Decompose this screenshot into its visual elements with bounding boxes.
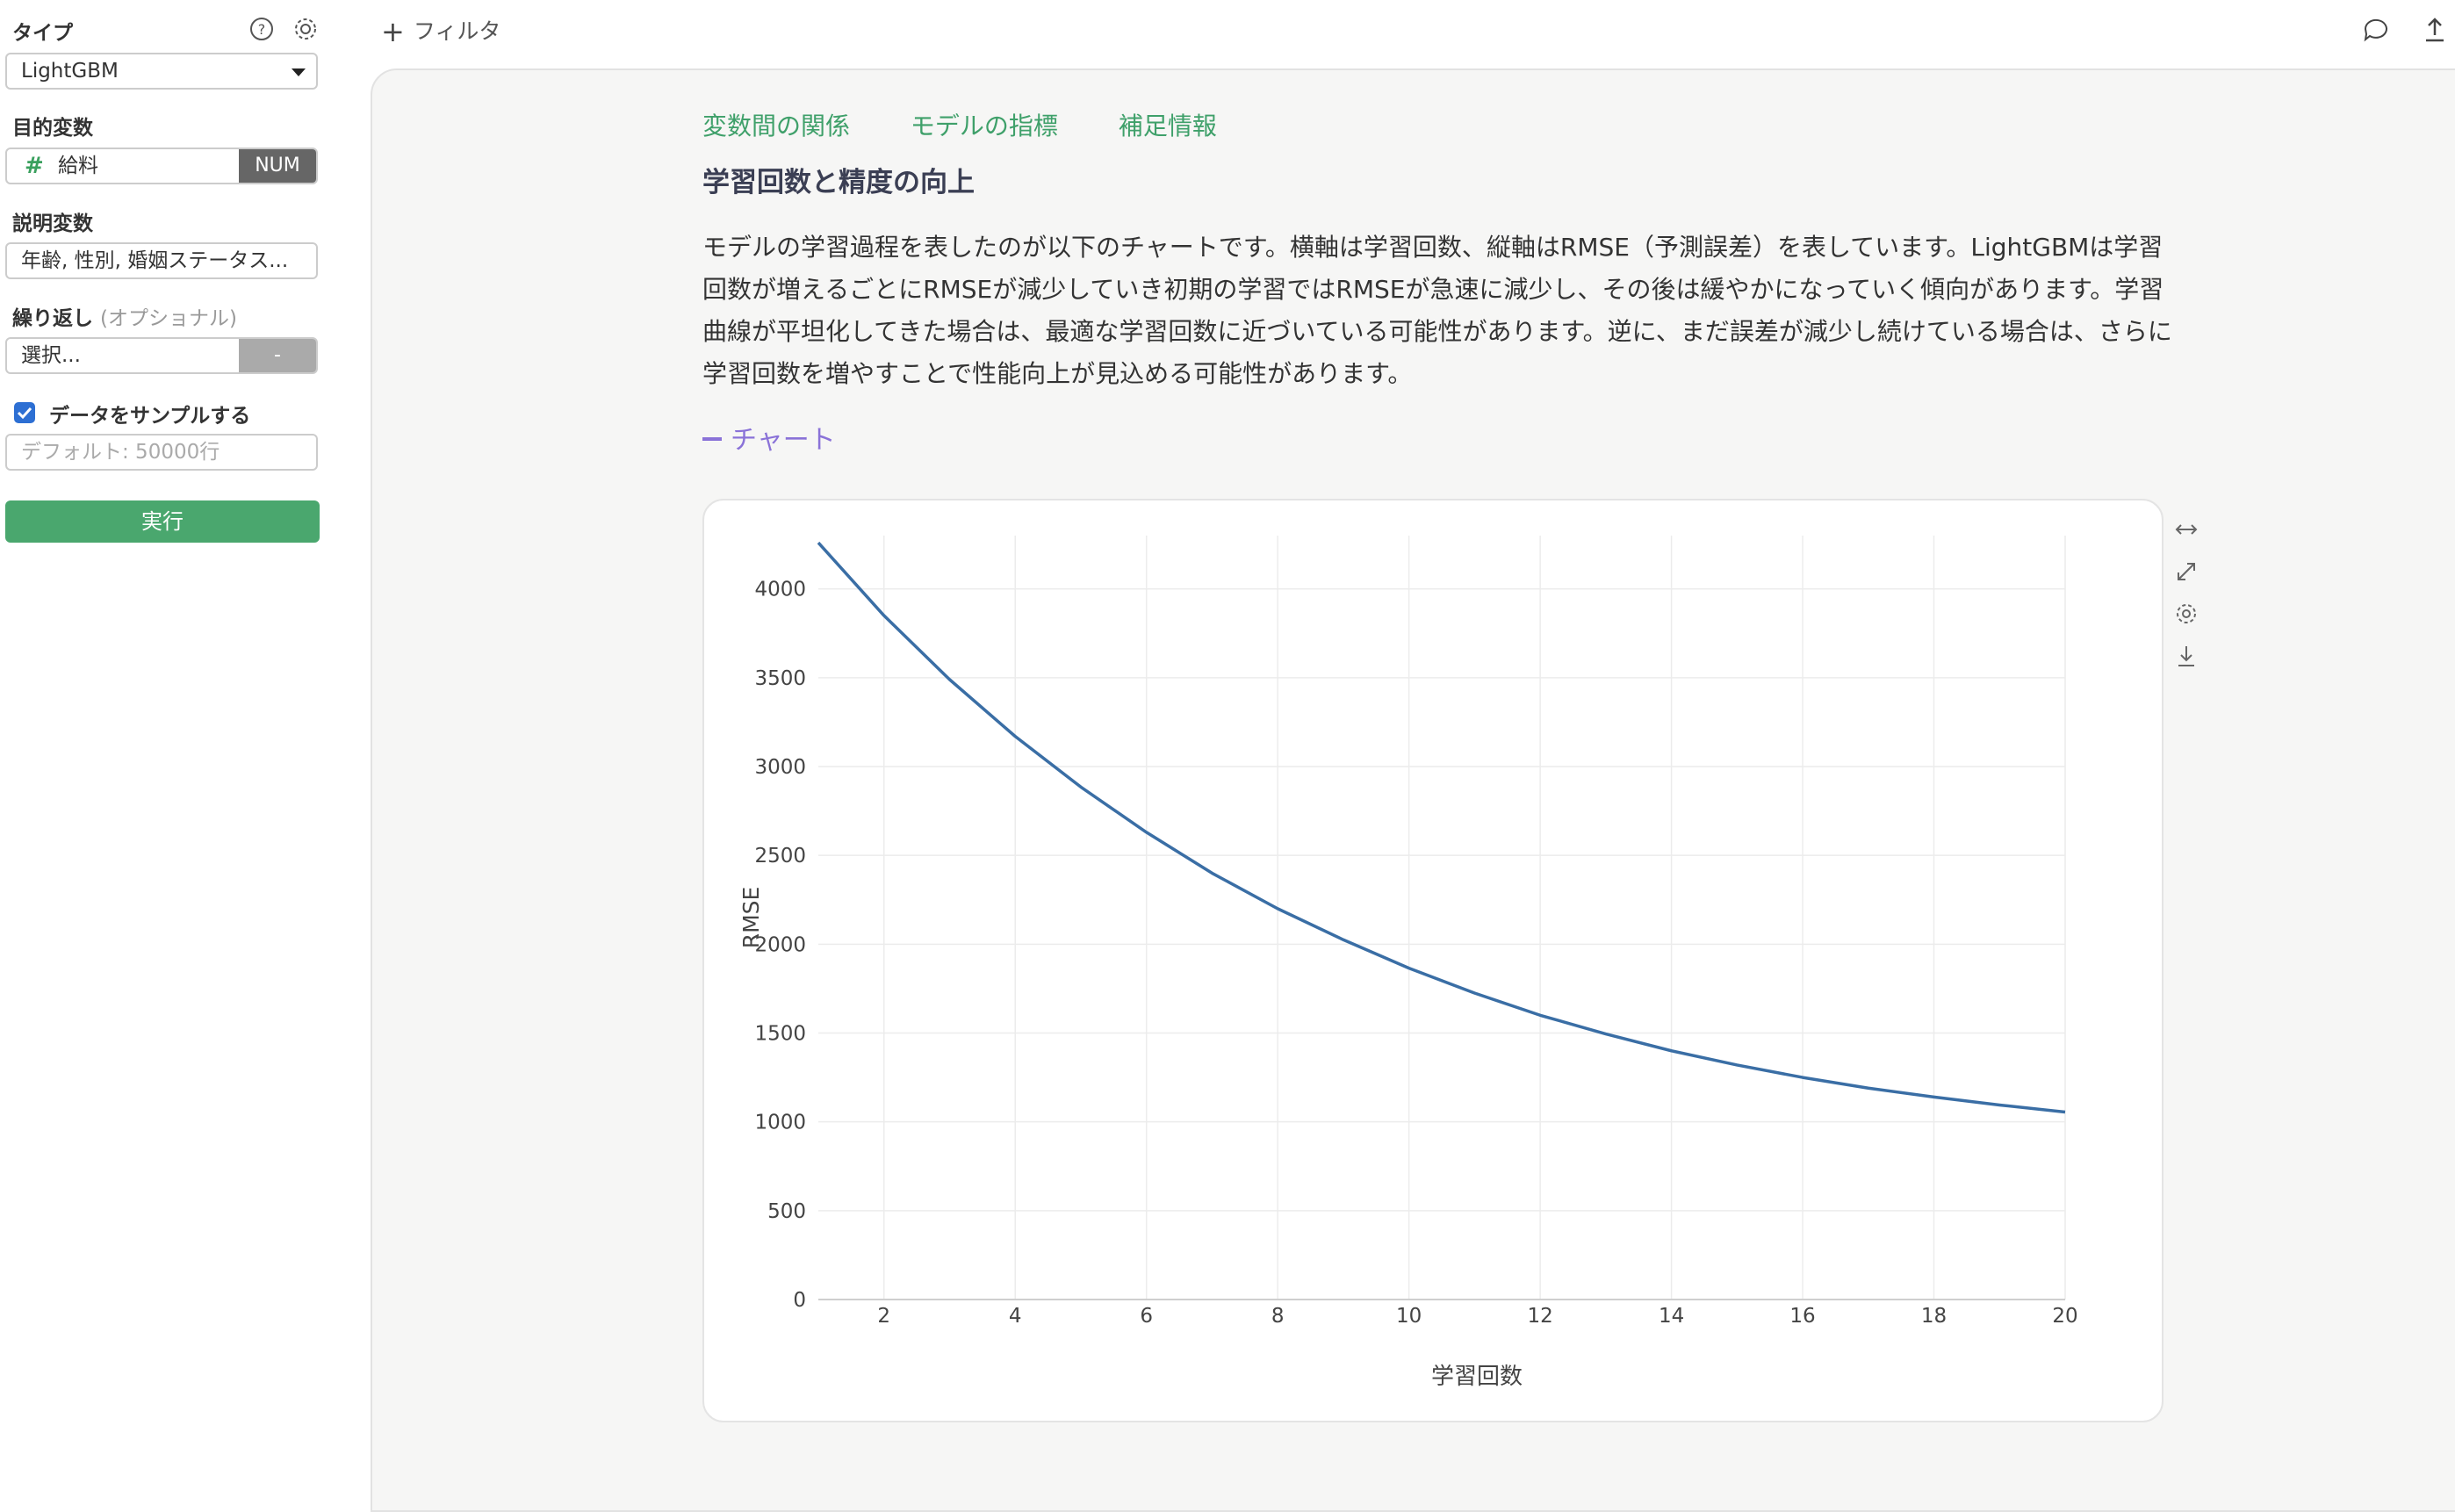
x-tick-label: 4 <box>1009 1305 1022 1328</box>
sample-size-placeholder: デフォルト: 50000行 <box>21 441 220 464</box>
hash-icon: # <box>25 153 44 179</box>
y-tick-label: 1000 <box>754 1112 806 1134</box>
run-button[interactable]: 実行 <box>5 500 320 543</box>
y-tick-label: 3500 <box>754 667 806 690</box>
horizontal-arrows-icon[interactable] <box>2173 516 2199 543</box>
check-icon <box>17 407 32 420</box>
upload-icon[interactable] <box>2422 16 2448 44</box>
sample-checkbox[interactable] <box>14 402 35 423</box>
tab-bar: 変数間の関係 モデルの指標 補足情報 <box>702 107 1270 142</box>
tab-supplementary-info[interactable]: 補足情報 <box>1119 112 1217 140</box>
repeat-label-text: 繰り返し <box>12 307 93 330</box>
download-icon[interactable] <box>2173 643 2199 669</box>
type-select[interactable]: LightGBM <box>5 53 318 90</box>
help-icon[interactable]: ? <box>248 16 275 42</box>
y-axis-title: RMSE <box>738 887 764 949</box>
comment-icon[interactable] <box>2362 16 2390 44</box>
add-filter-button[interactable]: + フィルタ <box>381 14 500 48</box>
repeat-placeholder: 選択... <box>21 344 81 367</box>
target-value: 給料 <box>58 155 98 177</box>
x-tick-label: 10 <box>1396 1305 1422 1328</box>
chart-toggle-label: チャート <box>731 425 836 456</box>
sample-label: データをサンプルする <box>49 405 251 428</box>
num-type-badge: NUM <box>239 149 316 183</box>
y-tick-label: 4000 <box>754 579 806 601</box>
x-axis-title: 学習回数 <box>1431 1364 1523 1390</box>
x-tick-label: 2 <box>877 1305 890 1328</box>
x-tick-label: 12 <box>1527 1305 1552 1328</box>
tab-model-metrics[interactable]: モデルの指標 <box>911 112 1058 140</box>
explanatory-value: 年齢, 性別, 婚姻ステータス... <box>21 249 289 272</box>
repeat-field[interactable]: 選択... - <box>5 337 318 374</box>
repeat-optional-text: (オプショナル) <box>100 307 237 330</box>
chevron-down-icon <box>292 68 306 76</box>
svg-text:?: ? <box>258 21 266 38</box>
plus-icon: + <box>381 15 405 48</box>
target-label: 目的変数 <box>12 117 93 140</box>
explanatory-label: 説明変数 <box>12 212 93 235</box>
x-tick-label: 14 <box>1659 1305 1684 1328</box>
x-tick-label: 16 <box>1789 1305 1815 1328</box>
x-tick-label: 18 <box>1921 1305 1947 1328</box>
x-tick-label: 8 <box>1271 1305 1285 1328</box>
repeat-label: 繰り返し (オプショナル) <box>12 301 237 331</box>
sidebar: タイプ ? LightGBM 目的変数 # 給料 NUM 説明変数 年齢, 性別… <box>0 0 334 1463</box>
expand-icon[interactable] <box>2173 558 2199 585</box>
gear-icon[interactable] <box>292 16 319 42</box>
y-tick-label: 1500 <box>754 1023 806 1046</box>
type-label: タイプ <box>12 22 73 45</box>
sample-size-input[interactable]: デフォルト: 50000行 <box>5 434 318 471</box>
rmse-line-chart: 2 4 6 8 10 12 14 16 18 20050010001500200025003000… <box>738 536 2078 1390</box>
chart-toggle[interactable]: チャート <box>702 418 836 457</box>
x-tick-label: 6 <box>1140 1305 1153 1328</box>
y-tick-label: 500 <box>767 1200 806 1223</box>
type-select-value: LightGBM <box>21 60 119 83</box>
section-title: 学習回数と精度の向上 <box>702 167 975 198</box>
chart-card: 2 4 6 8 10 12 14 16 18 20 0 500 1000 1500 2000 2500 3000… <box>702 499 2163 1422</box>
tab-variable-relationship[interactable]: 変数間の関係 <box>702 112 850 140</box>
explanatory-field[interactable]: 年齢, 性別, 婚姻ステータス... <box>5 242 318 279</box>
target-field[interactable]: # 給料 NUM <box>5 148 318 184</box>
description-text: モデルの学習過程を表したのが以下のチャートです。横軸は学習回数、縦軸はRMSE（… <box>702 233 2172 388</box>
y-tick-label: 3000 <box>754 756 806 779</box>
rmse-series-line <box>817 541 2066 1114</box>
minus-icon <box>702 437 722 441</box>
y-tick-label: 2500 <box>754 845 806 868</box>
gear-icon[interactable] <box>2173 601 2199 627</box>
repeat-type-badge[interactable]: - <box>239 339 316 372</box>
filter-label: フィルタ <box>413 18 501 44</box>
x-tick-label: 20 <box>2052 1305 2077 1328</box>
y-tick-label: 0 <box>793 1289 806 1312</box>
